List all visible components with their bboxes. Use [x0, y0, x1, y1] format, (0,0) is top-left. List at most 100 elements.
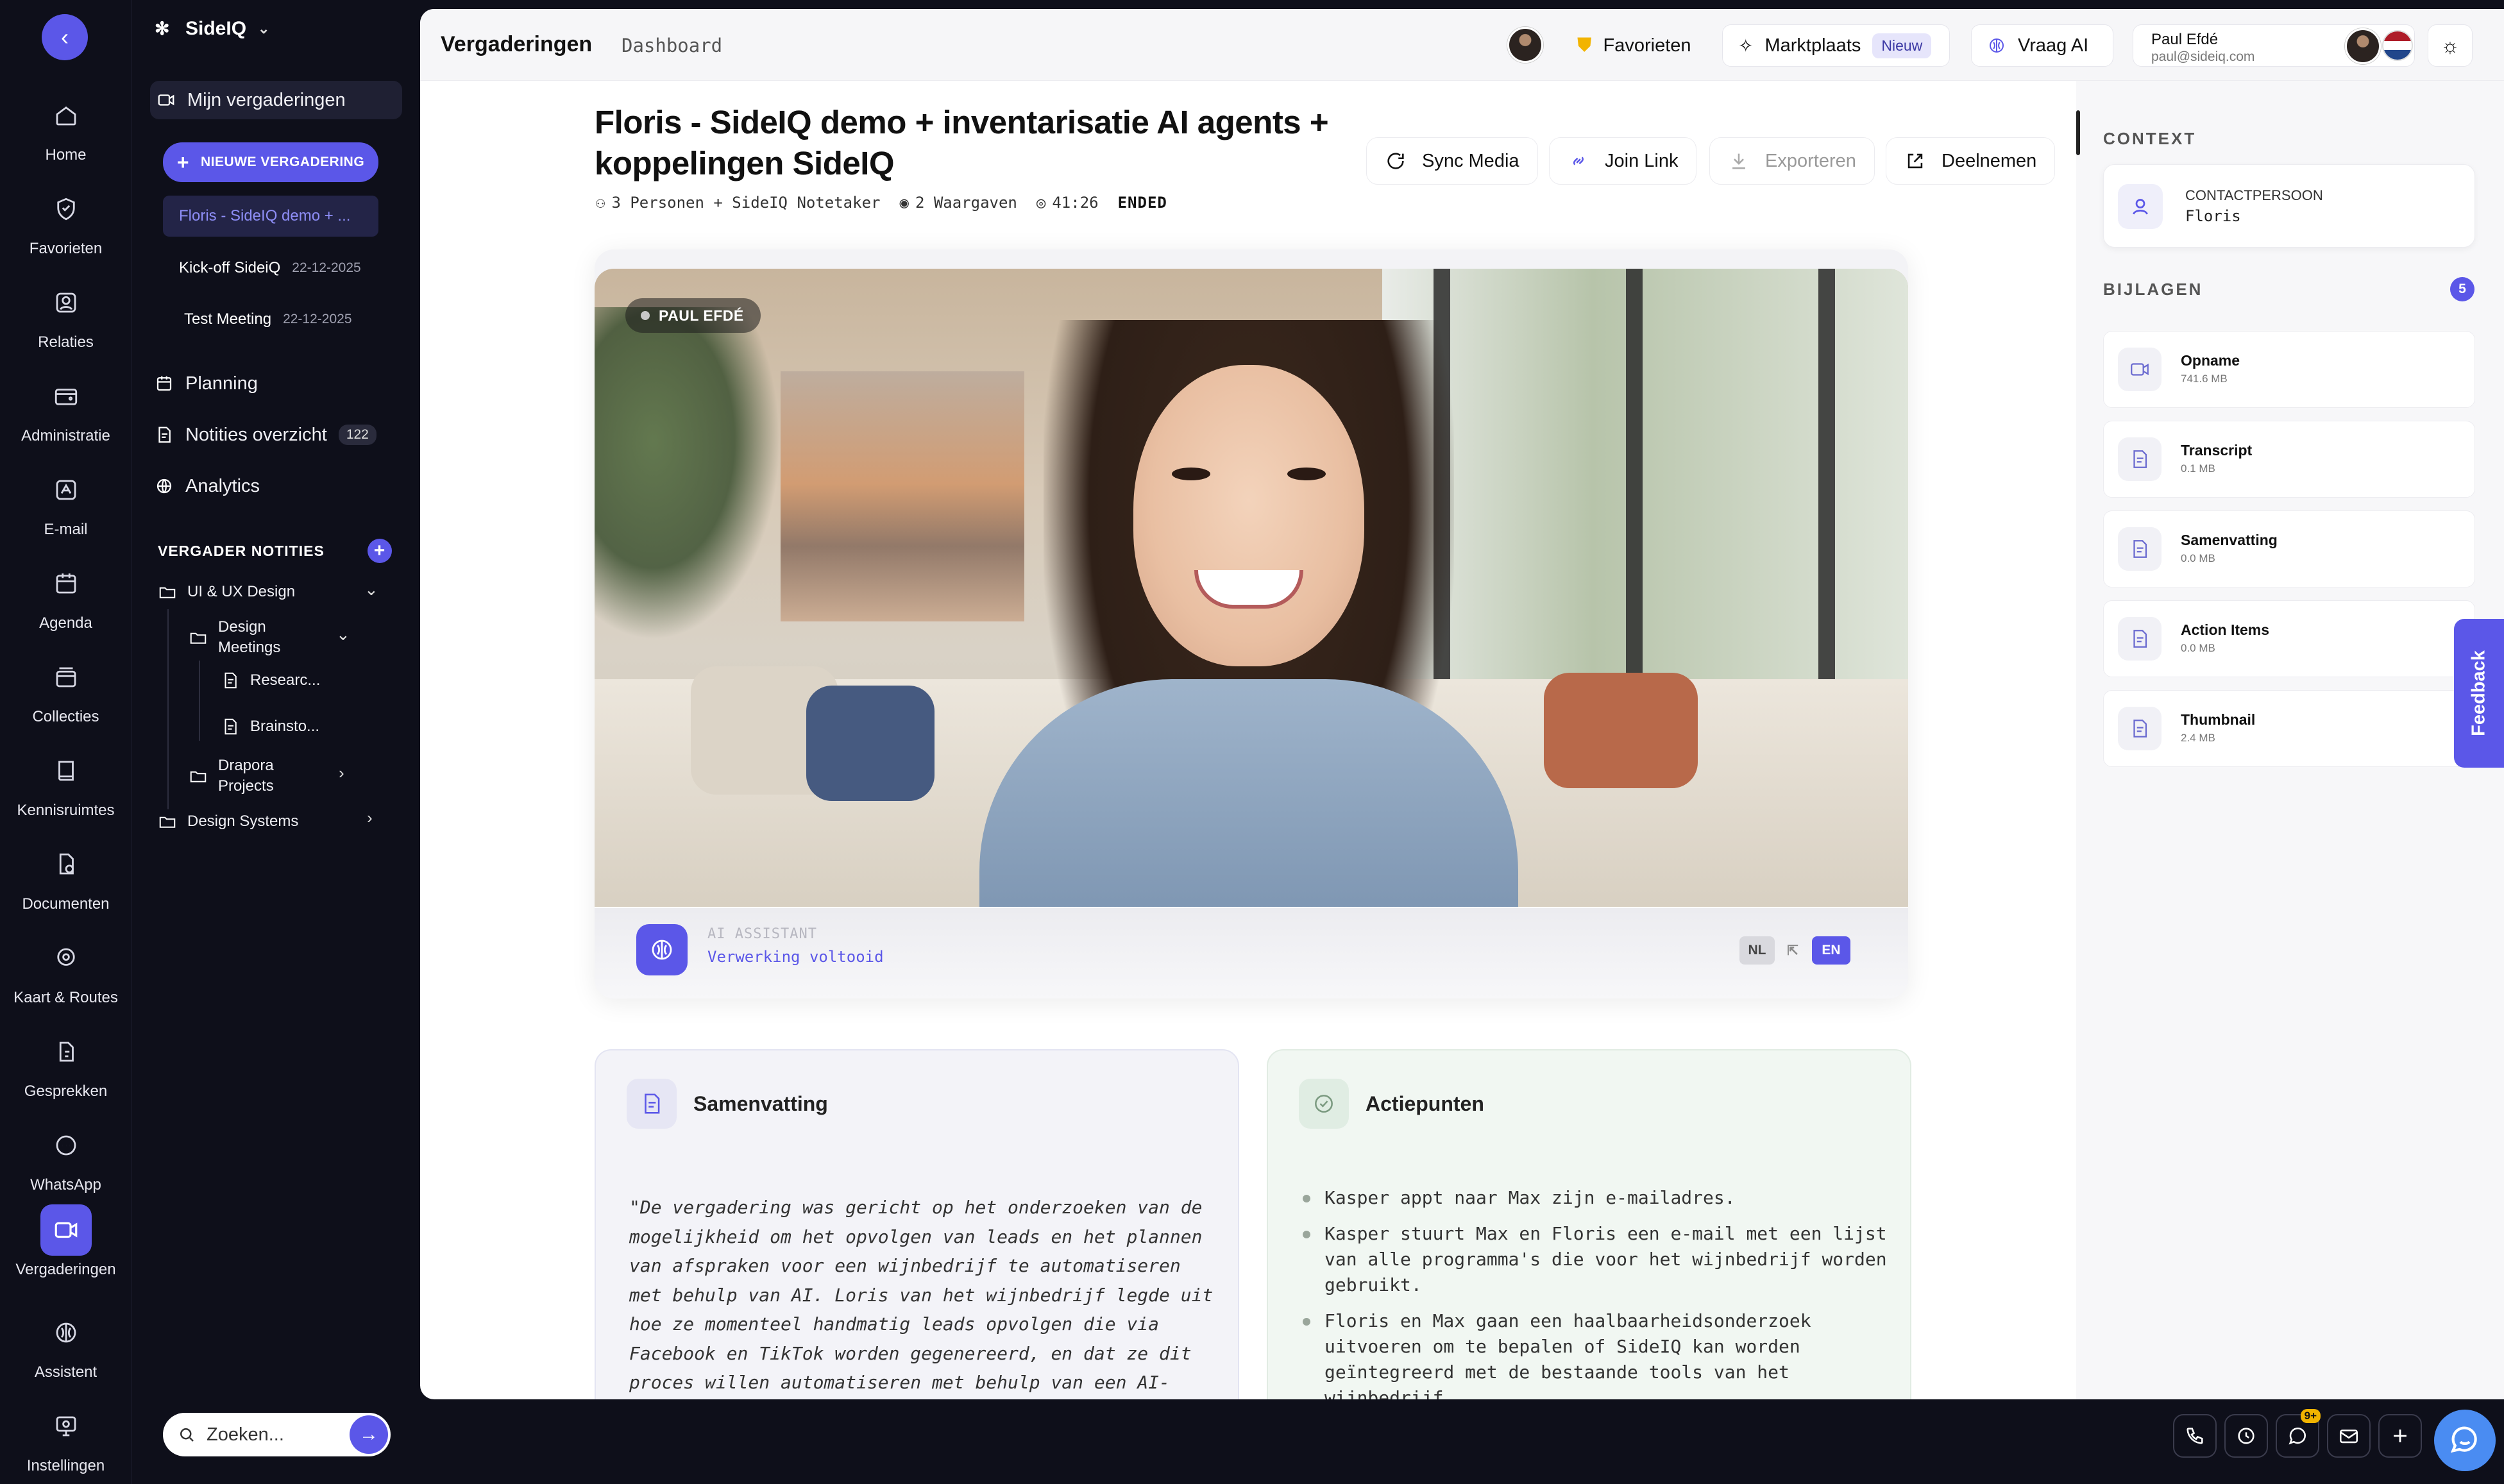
sidebar-item-my-meetings[interactable]: Mijn vergaderingen — [150, 81, 402, 119]
dock-clock-button[interactable] — [2224, 1414, 2268, 1458]
rail-item-instellingen[interactable]: Instellingen — [0, 1401, 131, 1484]
meeting-title: Floris - SideIQ demo + inventarisatie AI… — [595, 104, 1329, 181]
sync-media-button[interactable]: Sync Media — [1366, 137, 1538, 185]
video-frame[interactable]: PAUL EFDÉ — [595, 269, 1908, 907]
chevron-down-icon[interactable]: ⌄ — [364, 580, 378, 600]
rail-label: Gesprekken — [24, 1083, 108, 1100]
dock-mail-button[interactable] — [2327, 1414, 2371, 1458]
meeting-item-test[interactable]: Test Meeting 22-12-2025 — [163, 299, 378, 340]
rail-item-home[interactable]: Home — [0, 90, 131, 183]
meeting-item-kickoff[interactable]: Kick-off SideiQ 22-12-2025 — [163, 248, 378, 289]
join-link-label: Join Link — [1605, 150, 1679, 171]
rail-item-kennisruimtes[interactable]: Kennisruimtes — [0, 745, 131, 839]
tree-folder-design-meetings[interactable]: Design Meetings — [189, 617, 280, 658]
ai-status: Verwerking voltooid — [707, 948, 884, 966]
feedback-tab[interactable]: Feedback — [2454, 619, 2504, 768]
plus-icon: + — [176, 150, 189, 174]
attachment-action-items[interactable]: Action Items 0.0 MB — [2103, 600, 2475, 677]
theme-toggle-button[interactable]: ☼ — [2428, 24, 2473, 67]
rail-item-whatsapp[interactable]: WhatsApp — [0, 1120, 131, 1213]
dock-add-button[interactable] — [2378, 1414, 2422, 1458]
rail-item-assistent[interactable]: Assistent — [0, 1307, 131, 1401]
rail-item-agenda[interactable]: Agenda — [0, 558, 131, 652]
sidebar-item-planning[interactable]: Planning — [155, 364, 402, 403]
panel-divider[interactable] — [2076, 110, 2080, 155]
rail-item-vergaderingen[interactable]: Vergaderingen — [0, 1204, 131, 1298]
clock-icon: ◎ — [1036, 194, 1046, 212]
tree-label: Brainsto... — [250, 718, 320, 735]
feedback-label: Feedback — [2468, 650, 2489, 736]
export-button[interactable]: Exporteren — [1709, 137, 1875, 185]
chevron-down-icon[interactable]: ⌄ — [336, 625, 350, 645]
rail-label: WhatsApp — [30, 1176, 101, 1193]
join-meeting-button[interactable]: Deelnemen — [1886, 137, 2056, 185]
dock-phone-button[interactable] — [2173, 1414, 2217, 1458]
flag-nl-icon[interactable] — [2382, 30, 2413, 61]
chevron-right-icon[interactable]: › — [367, 808, 373, 828]
user-menu[interactable]: Paul Efdé paul@sideiq.com — [2133, 24, 2415, 67]
ask-ai-button[interactable]: Vraag AI — [1971, 24, 2113, 67]
lang-en-button[interactable]: EN — [1812, 936, 1850, 965]
sidebar-item-notes-overview[interactable]: Notities overzicht 122 — [155, 416, 402, 454]
chevron-right-icon[interactable]: › — [339, 763, 344, 783]
lang-nl-button[interactable]: NL — [1739, 936, 1775, 965]
summary-title: Samenvatting — [693, 1092, 828, 1115]
doc-file-icon — [2118, 617, 2161, 661]
share-icon — [1908, 153, 1923, 169]
dock-whatsapp-button[interactable]: 9+ — [2276, 1409, 2321, 1458]
breadcrumb-dashboard[interactable]: Dashboard — [622, 35, 722, 56]
marketplace-button[interactable]: ✧ Marktplaats Nieuw — [1722, 24, 1950, 67]
ai-assistant-label: AI ASSISTANT — [707, 926, 817, 942]
tree-folder-ui-ux[interactable]: UI & UX Design — [158, 582, 295, 602]
meeting-item-floris[interactable]: Floris - SideIQ demo + ... — [163, 196, 378, 237]
attachment-samenvatting[interactable]: Samenvatting 0.0 MB — [2103, 510, 2475, 587]
observations-text: 2 Waargaven — [915, 194, 1017, 212]
icon-rail: ‹ Home Favorieten Relaties Administratie… — [0, 0, 131, 1484]
new-meeting-button[interactable]: + NIEUWE VERGADERING — [163, 142, 378, 182]
tree-folder-design-systems[interactable]: Design Systems — [158, 811, 298, 832]
sidebar-item-label: Analytics — [185, 475, 260, 496]
sidebar-item-analytics[interactable]: Analytics — [155, 467, 402, 505]
rail-label: Vergaderingen — [15, 1261, 116, 1278]
join-link-button[interactable]: Join Link — [1549, 137, 1697, 185]
meeting-date: 22-12-2025 — [292, 260, 361, 275]
summary-header: Samenvatting — [627, 1079, 828, 1129]
rail-item-collecties[interactable]: Collecties — [0, 652, 131, 745]
collapse-button[interactable]: ‹ — [42, 14, 88, 60]
brand-switcher[interactable]: ✻ SideIQ ⌄ — [155, 18, 269, 40]
tree-note-brainstorm[interactable]: Brainsto... — [221, 716, 319, 737]
rail-item-administratie[interactable]: Administratie — [0, 371, 131, 464]
contact-card[interactable]: CONTACTPERSOON Floris — [2103, 164, 2475, 248]
attachment-transcript[interactable]: Transcript 0.1 MB — [2103, 421, 2475, 498]
tree-folder-drapora[interactable]: Drapora Projects — [189, 755, 274, 797]
chat-icon — [40, 1120, 92, 1171]
search-input[interactable]: Zoeken... — [207, 1424, 284, 1446]
action-items-header: Actiepunten — [1299, 1079, 1484, 1129]
attachment-size: 741.6 MB — [2181, 373, 2228, 385]
rail-item-favorieten[interactable]: Favorieten — [0, 183, 131, 277]
attachment-name: Opname — [2181, 352, 2240, 369]
video-player[interactable]: PAUL EFDÉ AI ASSISTANT Verwerking voltoo… — [595, 249, 1908, 999]
search-box[interactable]: Zoeken... → — [163, 1413, 391, 1456]
rail-item-gesprekken[interactable]: Gesprekken — [0, 1026, 131, 1120]
rail-item-kaart[interactable]: Kaart & Routes — [0, 932, 131, 1026]
share-icon[interactable]: ⇱ — [1780, 936, 1806, 965]
favorites-button[interactable]: ⛊ Favorieten — [1562, 24, 1704, 67]
support-chat-button[interactable] — [2434, 1410, 2496, 1471]
rail-item-documenten[interactable]: Documenten — [0, 839, 131, 932]
rail-item-relaties[interactable]: Relaties — [0, 277, 131, 371]
folder-icon — [190, 632, 207, 644]
chat-support-icon — [2450, 1426, 2477, 1453]
painting-background — [781, 371, 1024, 621]
rail-item-email[interactable]: E-mail — [0, 464, 131, 558]
marketplace-label: Marktplaats — [1764, 35, 1861, 56]
plus-icon — [2394, 1429, 2407, 1442]
clock-icon — [2238, 1428, 2254, 1444]
avatar[interactable] — [1507, 27, 1543, 63]
attachment-opname[interactable]: Opname 741.6 MB — [2103, 331, 2475, 408]
add-note-button[interactable]: + — [368, 539, 392, 563]
attachment-thumbnail[interactable]: Thumbnail 2.4 MB — [2103, 690, 2475, 767]
link-icon — [1573, 156, 1584, 165]
search-submit-button[interactable]: → — [350, 1415, 388, 1454]
tree-note-research[interactable]: Researc... — [221, 670, 320, 691]
